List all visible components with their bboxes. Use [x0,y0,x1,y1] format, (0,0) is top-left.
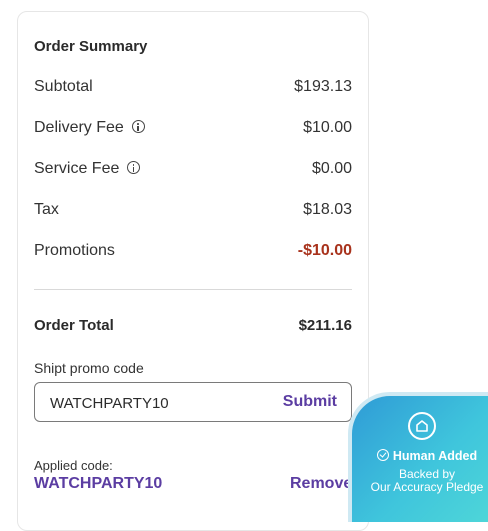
promo-code-label: Shipt promo code [34,360,144,376]
order-total-value: $211.16 [298,317,352,334]
promotions-label: Promotions [34,242,115,259]
subtotal-row: Subtotal $193.13 [34,78,352,100]
house-shield-icon [408,412,436,440]
promotions-value: -$10.00 [297,242,352,259]
submit-promo-button[interactable]: Submit [283,393,337,411]
badge-title: Human Added [362,449,488,463]
applied-code-label: Applied code: [34,458,113,473]
subtotal-value: $193.13 [294,78,352,95]
subtotal-label: Subtotal [34,78,93,95]
remove-code-button[interactable]: Remove [290,475,352,493]
delivery-fee-row: Delivery Fee $10.00 [34,119,352,141]
tax-value: $18.03 [303,201,352,218]
applied-code-value: WATCHPARTY10 [34,475,163,492]
promo-code-field: Submit [34,382,352,422]
delivery-fee-value: $10.00 [303,119,352,136]
promotions-row: Promotions -$10.00 [34,242,352,264]
tax-label: Tax [34,201,59,218]
check-circle-icon [376,449,389,461]
divider [34,289,352,290]
info-icon[interactable] [131,120,145,134]
delivery-fee-label: Delivery Fee [34,119,124,136]
service-fee-row: Service Fee $0.00 [34,160,352,182]
accuracy-pledge-badge[interactable]: Human Added Backed by Our Accuracy Pledg… [348,392,488,522]
service-fee-value: $0.00 [311,160,352,177]
tax-row: Tax $18.03 [34,201,352,223]
order-total-label: Order Total [34,317,114,334]
info-icon[interactable] [127,161,141,175]
service-fee-label: Service Fee [34,160,120,177]
badge-subtitle: Backed by Our Accuracy Pledge [370,467,484,494]
order-summary-title: Order Summary [34,38,148,55]
promo-code-input[interactable] [50,393,250,413]
order-total-row: Order Total $211.16 [34,317,352,339]
